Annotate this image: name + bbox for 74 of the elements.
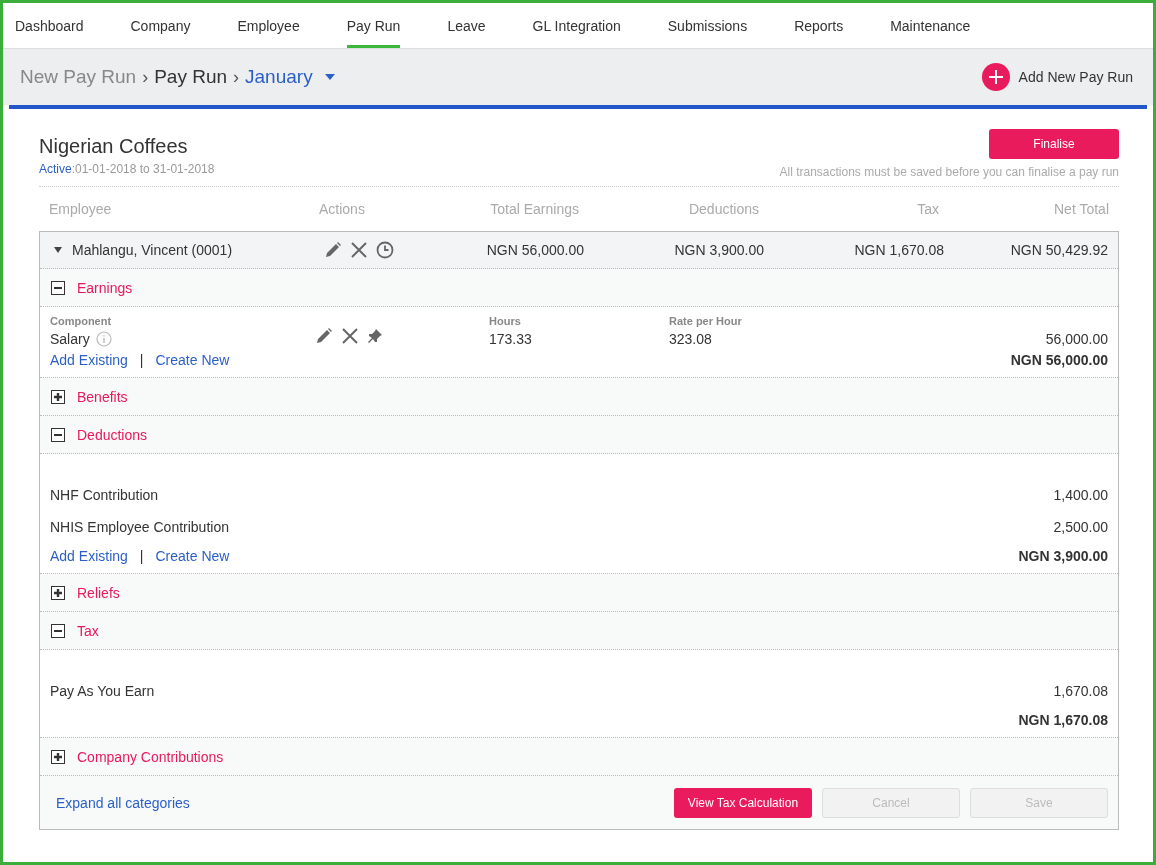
link[interactable]: Add Existing [50,548,128,564]
section-title[interactable]: Earnings [77,279,133,296]
breadcrumb-separator: › [142,66,149,88]
finalise-note: All transactions must be saved before you can finalise a pay run [779,165,1119,179]
column-header: Net Total [1053,201,1109,217]
section-title[interactable]: Company Contributions [77,748,224,765]
nav-tab[interactable]: Maintenance [890,3,995,48]
table-cell-text: NGN 50,429.92 [1009,242,1108,258]
clock-icon[interactable] [376,241,394,259]
delete-icon[interactable] [341,327,359,345]
pay-period: :01-01-2018 to 31-01-2018 [71,162,215,176]
column-header: Tax [916,201,939,217]
caret-icon[interactable] [324,74,335,80]
field-label: Rate per Hour [669,315,743,327]
rate-value: 323.08 [669,331,713,347]
section-total: NGN 56,000.00 [1010,352,1108,368]
collapse-icon[interactable] [51,427,65,442]
edit-icon[interactable] [315,327,333,345]
column-header: Total Earnings [489,201,579,217]
table-cell-text: NGN 1,670.08 [853,242,944,258]
column-header: Deductions [687,201,759,217]
link[interactable]: Add Existing [50,352,128,368]
expand-all-link[interactable]: Expand all categories [56,794,190,811]
item-amount: 1,400.00 [1053,487,1108,503]
section-total: NGN 1,670.08 [1018,712,1108,728]
item-name: NHIS Employee Contribution [50,519,229,535]
status-label: Active [39,162,72,176]
table-cell-text: NGN 3,900.00 [673,242,764,258]
collapse-icon[interactable] [51,280,65,295]
edit-icon[interactable] [324,241,342,259]
field-label: Component [50,315,113,327]
item-name: Pay As You Earn [50,683,155,699]
amount-value: 56,000.00 [1044,331,1108,347]
hours-value: 173.33 [489,331,533,347]
section-total: NGN 3,900.00 [1018,548,1108,564]
employee-name: Mahlangu, Vincent (0001) [72,242,233,258]
nav-tab[interactable]: Submissions [667,3,772,48]
expand-icon[interactable] [51,749,65,764]
breadcrumb-separator: › [233,66,240,88]
collapse-icon[interactable] [51,623,65,638]
section-title[interactable]: Tax [77,622,99,639]
company-name: Nigerian Coffees [39,135,189,158]
component-name: Salary [50,331,90,347]
footer-button[interactable]: View Tax Calculation [674,787,812,818]
breadcrumb-current: Pay Run [154,66,228,88]
expand-icon[interactable] [51,389,65,404]
link-separator: | [139,548,144,564]
table-cell-text: NGN 56,000.00 [485,242,584,258]
link[interactable]: Create New [155,352,230,368]
expand-caret-icon[interactable] [54,247,62,253]
month-dropdown[interactable]: January [245,66,313,88]
nav-tab[interactable]: Employee [237,3,324,48]
add-pay-run-link[interactable]: Add New Pay Run [1018,69,1133,85]
link-separator: | [139,352,144,368]
expand-icon[interactable] [51,585,65,600]
column-header: Actions [319,201,366,217]
section-title[interactable]: Benefits [77,388,128,405]
pin-icon[interactable] [367,328,383,344]
column-header: Employee [49,201,113,217]
item-name: NHF Contribution [50,487,159,503]
item-amount: 1,670.08 [1053,683,1108,699]
add-icon[interactable] [981,63,1010,91]
nav-tab[interactable]: Company [130,3,215,48]
section-title[interactable]: Reliefs [77,584,120,601]
finalise-button[interactable]: Finalise [989,129,1119,159]
item-amount: 2,500.00 [1053,519,1108,535]
section-title[interactable]: Deductions [77,426,148,443]
nav-tab[interactable]: Reports [794,3,868,48]
nav-tab[interactable]: Dashboard [15,3,108,48]
link[interactable]: Create New [155,548,230,564]
nav-tab[interactable]: GL Integration [532,3,645,48]
field-label: Hours [489,315,522,327]
nav-tab[interactable]: Leave [447,3,510,48]
delete-icon[interactable] [350,241,368,259]
